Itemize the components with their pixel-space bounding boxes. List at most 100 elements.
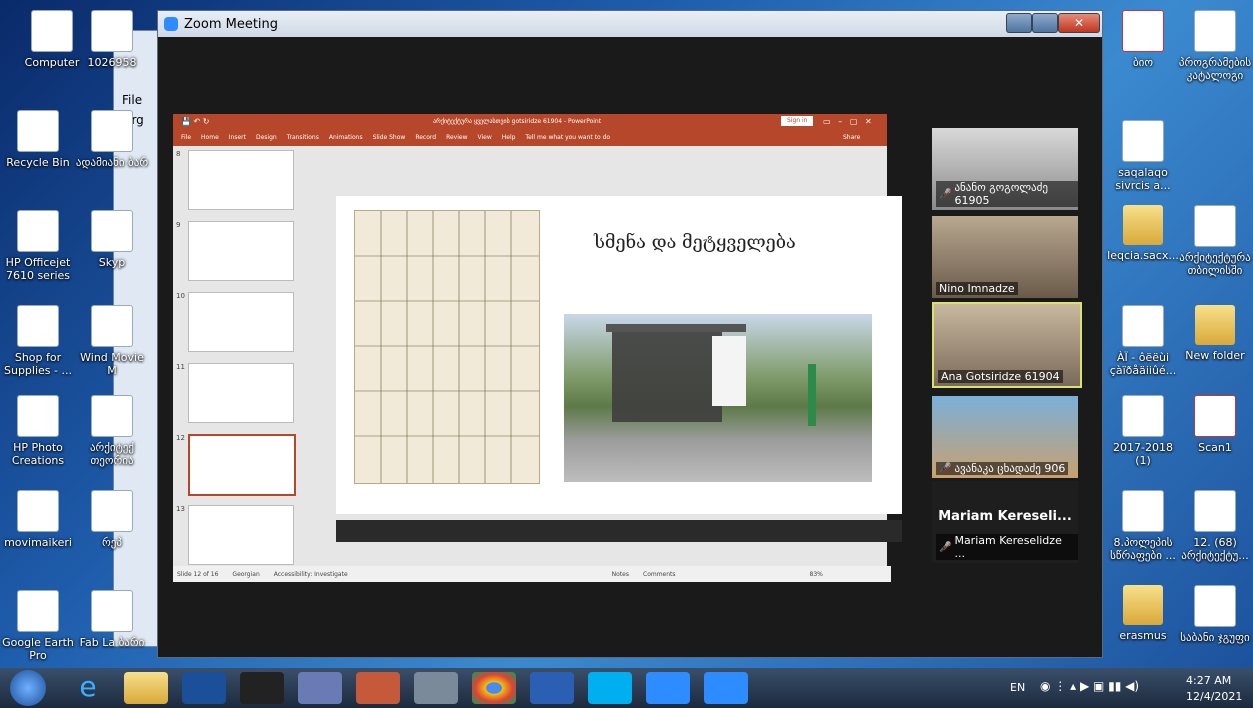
doc-icon	[1194, 205, 1236, 247]
desktop-icon-right-0[interactable]: ბიო	[1105, 10, 1181, 69]
desktop-icon-label: saqalaqo sivrcis a...	[1115, 166, 1171, 192]
desktop-icon-label: HP Photo Creations	[11, 441, 65, 467]
desktop-icon-left-5[interactable]: Skyp	[74, 210, 150, 269]
ppt-window-controls[interactable]: ▭ – ▢ ✕	[823, 117, 872, 126]
minimize-button[interactable]	[1006, 13, 1032, 33]
zoom-taskbar-icon-2[interactable]	[704, 672, 748, 704]
desktop-icon-right-4[interactable]: არქიტექტურა თბილისში	[1177, 205, 1253, 277]
language-indicator[interactable]: EN	[1010, 681, 1025, 694]
desktop-icon-right-1[interactable]: პროგრამების კატალოგი	[1177, 10, 1253, 82]
skype-icon[interactable]	[588, 672, 632, 704]
doc-icon	[17, 490, 59, 532]
tray-icons[interactable]: ◉ ⋮ ▴ ▶ ▣ ▮▮ ◀)	[1040, 679, 1139, 693]
desktop-icon-label: საბანი ჯგუფი	[1180, 631, 1250, 644]
ribbon-tab-3[interactable]: Design	[256, 134, 277, 141]
file-explorer-icon[interactable]	[124, 672, 168, 704]
ribbon-tab-0[interactable]: File	[181, 134, 191, 141]
close-button[interactable]: ✕	[1058, 13, 1100, 33]
participant-tile[interactable]: Nino Imnadze	[932, 216, 1078, 298]
desktop-icon-left-9[interactable]: არქიტექ თეორია	[74, 395, 150, 467]
doc-icon	[17, 210, 59, 252]
ribbon-tab-4[interactable]: Transitions	[287, 134, 319, 141]
participant-name-label: Ana Gotsiridze 61904	[938, 370, 1063, 383]
ribbon-tab-1[interactable]: Home	[201, 134, 219, 141]
accessibility-status[interactable]: Accessibility: Investigate	[274, 571, 348, 578]
internet-explorer-icon[interactable]: e	[66, 672, 110, 704]
zoom-level[interactable]: 83%	[810, 571, 823, 578]
powerpoint-icon[interactable]	[356, 672, 400, 704]
desktop-icon-left-2[interactable]: Recycle Bin	[0, 110, 76, 169]
media-player-icon[interactable]	[182, 672, 226, 704]
calculator-icon[interactable]	[414, 672, 458, 704]
participant-tile[interactable]: Mariam Kereseli... 🎤̸ Mariam Kereselidze .…	[932, 481, 1078, 563]
desktop-icon-right-8[interactable]: Scan1	[1177, 395, 1253, 454]
desktop-icon-label: ადამიანი ბარ	[75, 156, 149, 169]
desktop-icon-right-6[interactable]: New folder	[1177, 305, 1253, 362]
ppt-sign-in-button[interactable]: Sign in	[781, 116, 814, 126]
ribbon-tab-11[interactable]: Tell me what you want to do	[525, 134, 610, 141]
doc-icon	[91, 10, 133, 52]
chrome-icon[interactable]	[472, 672, 516, 704]
zoom-meeting-window[interactable]: Zoom Meeting ✕ 💾 ↶ ↻ არქიტექტურა ყველასთ…	[157, 10, 1103, 658]
maximize-button[interactable]	[1032, 13, 1058, 33]
slide-thumbnail[interactable]	[188, 434, 296, 496]
ribbon-tab-10[interactable]: Help	[502, 134, 516, 141]
thumb-number: 13	[176, 505, 185, 513]
participant-tile[interactable]: Ana Gotsiridze 61904	[932, 302, 1082, 388]
desktop-icon-left-7[interactable]: Wind Movie M	[74, 305, 150, 377]
snipping-tool-icon[interactable]	[298, 672, 342, 704]
desktop-icon-right-9[interactable]: 8.პოლეპის სწრაფები ...	[1105, 490, 1181, 562]
word-icon[interactable]	[530, 672, 574, 704]
archicad-icon[interactable]	[240, 672, 284, 704]
desktop-icon-label: არქიტექტურა თბილისში	[1179, 251, 1251, 277]
participant-tile[interactable]: 🎤̸ ანანო გოგოლაძე 61905	[932, 128, 1078, 210]
desktop-icon-left-6[interactable]: Shop for Supplies - ...	[0, 305, 76, 377]
desktop-icon-left-13[interactable]: Fab La ბარი	[74, 590, 150, 649]
pdf-icon	[1194, 395, 1236, 437]
ribbon-tab-2[interactable]: Insert	[229, 134, 246, 141]
ppt-share-button[interactable]: Share	[843, 134, 860, 141]
ribbon-tab-6[interactable]: Slide Show	[373, 134, 406, 141]
slide-thumbnail[interactable]	[188, 221, 294, 281]
participant-tile[interactable]: 🎤̸ ავანაკა ცხადაძე 906	[932, 396, 1078, 478]
desktop-icon-left-10[interactable]: movimaikeri	[0, 490, 76, 549]
desktop-icon-left-11[interactable]: რეპ	[74, 490, 150, 549]
desktop-icon-left-3[interactable]: ადამიანი ბარ	[74, 110, 150, 169]
ribbon-tab-9[interactable]: View	[477, 134, 491, 141]
desktop-icon-left-8[interactable]: HP Photo Creations	[0, 395, 76, 467]
desktop-icon-left-12[interactable]: Google Earth Pro	[0, 590, 76, 662]
slide-title: სმენა და მეტყველება	[594, 232, 796, 253]
ribbon-tab-7[interactable]: Record	[415, 134, 436, 141]
desktop-icon-right-10[interactable]: 12. (68) არქიტექტუ...	[1177, 490, 1253, 562]
desktop-icon-right-5[interactable]: ÀÏ - ôëëùi çàïðåäiiûé...	[1105, 305, 1181, 377]
doc-icon	[1194, 585, 1236, 627]
desktop-icon-left-4[interactable]: HP Officejet 7610 series	[0, 210, 76, 282]
clock-date[interactable]: 12/4/2021	[1186, 690, 1242, 703]
desktop-icon-right-12[interactable]: საბანი ჯგუფი	[1177, 585, 1253, 644]
pdf-icon	[1122, 10, 1164, 52]
slide-thumbnail[interactable]	[188, 363, 294, 423]
slide-thumbnail[interactable]	[188, 150, 294, 210]
desktop-icon-right-2[interactable]: saqalaqo sivrcis a...	[1105, 120, 1181, 192]
start-button[interactable]	[10, 670, 46, 706]
desktop-icon-right-3[interactable]: leqcia.sacx...	[1105, 205, 1181, 262]
desktop-icon-right-11[interactable]: erasmus	[1105, 585, 1181, 642]
desktop-icon-right-7[interactable]: 2017-2018 (1)	[1105, 395, 1181, 467]
slide-thumbnail[interactable]	[188, 505, 294, 565]
desktop-icon-label: Wind Movie M	[80, 351, 144, 377]
ribbon-tab-5[interactable]: Animations	[329, 134, 363, 141]
participant-name: Ana Gotsiridze 61904	[941, 370, 1060, 383]
zoom-titlebar: Zoom Meeting	[158, 11, 1102, 37]
thumb-number: 9	[176, 221, 181, 229]
comments-button[interactable]: Comments	[643, 571, 676, 578]
doc-icon	[1122, 120, 1164, 162]
save-icon[interactable]: 💾 ↶ ↻	[181, 117, 209, 126]
doc-icon	[91, 305, 133, 347]
explorer-menu-file[interactable]: File	[122, 93, 142, 107]
slide-thumbnail[interactable]	[188, 292, 294, 352]
ribbon-tab-8[interactable]: Review	[446, 134, 467, 141]
notes-button[interactable]: Notes	[612, 571, 629, 578]
zoom-taskbar-icon[interactable]	[646, 672, 690, 704]
desktop-icon-left-1[interactable]: 1026958	[74, 10, 150, 69]
clock-time[interactable]: 4:27 AM	[1186, 674, 1231, 687]
